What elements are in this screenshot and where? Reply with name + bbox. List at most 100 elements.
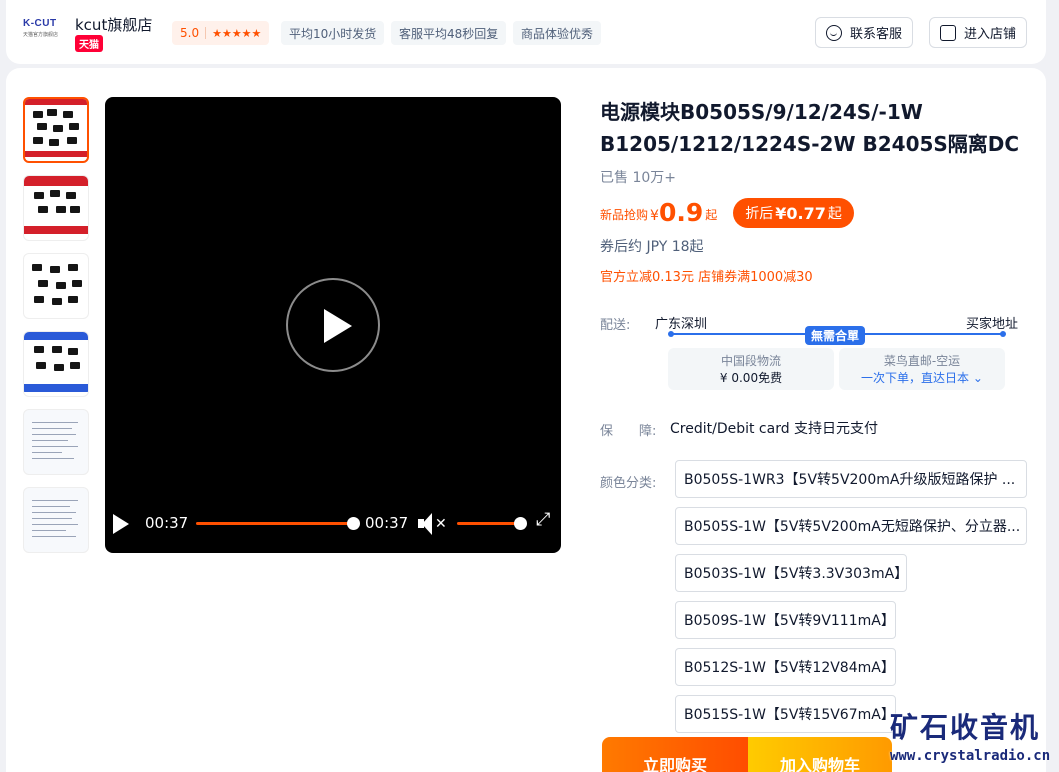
doc-line	[32, 500, 78, 501]
chip-shape	[68, 348, 78, 355]
chip-shape	[33, 111, 43, 118]
discount-price-badge: 折后 ¥0.77 起	[733, 198, 854, 228]
chip-shape	[68, 296, 78, 303]
doc-line	[32, 446, 78, 447]
product-video[interactable]: 00:37 00:37 ✕ ⤢	[105, 97, 561, 553]
color-option[interactable]: B0503S-1W【5V转3.3V303mA】	[675, 554, 907, 592]
price-value: 0.9	[658, 198, 704, 227]
chip-shape	[52, 346, 62, 353]
chip-shape	[68, 264, 78, 271]
contact-service-button[interactable]: 联系客服	[815, 17, 914, 48]
price-row: 新品抢购 ¥ 0.9 起 折后 ¥0.77 起	[600, 194, 854, 228]
chip-shape	[33, 137, 43, 144]
doc-line	[32, 434, 76, 435]
price-suffix: 起	[705, 208, 718, 222]
chip-shape	[38, 206, 48, 213]
shipping-label: 配送:	[600, 318, 631, 333]
shop-tag-shipping: 平均10小时发货	[281, 21, 385, 45]
thumbnail-list	[23, 97, 89, 565]
discount-label: 折后	[745, 206, 774, 222]
chevron-down-icon: ⌄	[969, 371, 983, 385]
color-option[interactable]: B0509S-1W【5V转9V111mA】	[675, 601, 896, 639]
rating-divider	[205, 27, 207, 39]
volume-knob[interactable]	[514, 517, 527, 530]
chip-shape	[66, 192, 76, 199]
thumbnail-3[interactable]	[23, 253, 89, 319]
volume-bar[interactable]	[457, 522, 520, 525]
thumb-banner	[24, 176, 88, 186]
logo-subtext: 天猫官方旗舰店	[23, 32, 59, 38]
buy-now-button[interactable]: 立即购买	[602, 737, 748, 772]
seek-bar[interactable]	[196, 522, 353, 525]
play-overlay-icon[interactable]	[286, 278, 380, 372]
color-option[interactable]: B0515S-1W【5V转15V67mA】	[675, 695, 896, 733]
shop-logo[interactable]: K-CUT 天猫官方旗舰店	[23, 18, 63, 44]
color-option[interactable]: B0505S-1WR3【5V转5V200mA升级版短路保护 ...	[675, 460, 1027, 498]
customer-service-icon	[826, 24, 842, 41]
thumbnail-1[interactable]	[23, 97, 89, 163]
chip-shape	[69, 123, 79, 130]
chip-shape	[38, 280, 48, 287]
thumb-banner	[25, 151, 87, 157]
shop-header: K-CUT 天猫官方旗舰店 kcut旗舰店 天猫 5.0 ★★★★★ 平均10小…	[6, 0, 1046, 64]
thumbnail-5[interactable]	[23, 409, 89, 475]
play-icon[interactable]	[113, 514, 129, 534]
doc-line	[32, 530, 66, 531]
logistics-international[interactable]: 菜鸟直邮-空运 一次下单，直达日本 ⌄	[839, 348, 1005, 390]
color-option[interactable]: B0512S-1W【5V转12V84mA】	[675, 648, 896, 686]
shop-tag-experience: 商品体验优秀	[513, 21, 602, 45]
thumb-banner	[24, 384, 88, 392]
chip-shape	[67, 137, 77, 144]
watermark-title: 矿石收音机	[890, 711, 1041, 744]
thumbnail-6[interactable]	[23, 487, 89, 553]
chip-shape	[32, 264, 42, 271]
doc-line	[32, 506, 70, 507]
chip-shape	[52, 298, 62, 305]
price-label: 新品抢购	[600, 208, 649, 222]
logistics-value: 一次下单，直达日本 ⌄	[839, 370, 1005, 387]
shop-rating: 5.0 ★★★★★	[172, 21, 270, 45]
thumb-banner	[25, 99, 87, 105]
seek-knob[interactable]	[347, 517, 360, 530]
muted-mark: ✕	[435, 516, 447, 532]
fullscreen-icon[interactable]: ⤢	[536, 509, 550, 530]
promo-text[interactable]: 官方立减0.13元 店铺券满1000减30	[600, 266, 813, 285]
contact-service-label: 联系客服	[850, 27, 903, 42]
chip-shape	[63, 111, 73, 118]
shop-tag-service: 客服平均48秒回复	[391, 21, 507, 45]
chip-shape	[47, 109, 57, 116]
video-controls: 00:37 00:37 ✕ ⤢	[105, 493, 561, 553]
shop-name[interactable]: kcut旗舰店	[75, 14, 152, 35]
doc-line	[32, 428, 72, 429]
logo-text: K-CUT	[23, 18, 57, 29]
doc-line	[32, 452, 62, 453]
product-panel: 00:37 00:37 ✕ ⤢ 电源模块B0505S/9/12/24S/-1W …	[6, 68, 1046, 772]
logistics-value-text: 一次下单，直达日本	[861, 371, 970, 385]
chip-shape	[49, 139, 59, 146]
add-to-cart-button[interactable]: 加入购物车	[748, 737, 892, 772]
thumb-banner	[24, 332, 88, 340]
discount-suffix: 起	[827, 206, 842, 222]
free-merge-badge: 無需合單	[805, 326, 866, 345]
mute-icon[interactable]: ✕	[418, 513, 448, 535]
chip-shape	[34, 296, 44, 303]
doc-line	[32, 458, 74, 459]
color-option[interactable]: B0505S-1W【5V转5V200mA无短路保护、分立器...	[675, 507, 1027, 545]
site-watermark: 矿石收音机 www.crystalradio.cn	[890, 706, 1055, 772]
color-label: 颜色分类:	[600, 476, 657, 491]
purchase-bar: 立即购买 加入购物车	[602, 737, 892, 772]
doc-line	[32, 512, 76, 513]
chip-shape	[53, 125, 63, 132]
discount-price: ¥0.77	[775, 203, 826, 223]
ship-to[interactable]: 买家地址	[966, 313, 1018, 332]
tmall-badge: 天猫	[75, 35, 103, 52]
thumbnail-4[interactable]	[23, 331, 89, 397]
chip-shape	[70, 206, 80, 213]
enter-store-button[interactable]: 进入店铺	[929, 17, 1028, 48]
chip-shape	[54, 364, 64, 371]
guarantee-label: 保 障:	[600, 424, 657, 439]
logistics-name: 菜鸟直邮-空运	[883, 354, 961, 368]
chip-shape	[72, 280, 82, 287]
price-currency: ¥	[650, 208, 659, 224]
thumbnail-2[interactable]	[23, 175, 89, 241]
